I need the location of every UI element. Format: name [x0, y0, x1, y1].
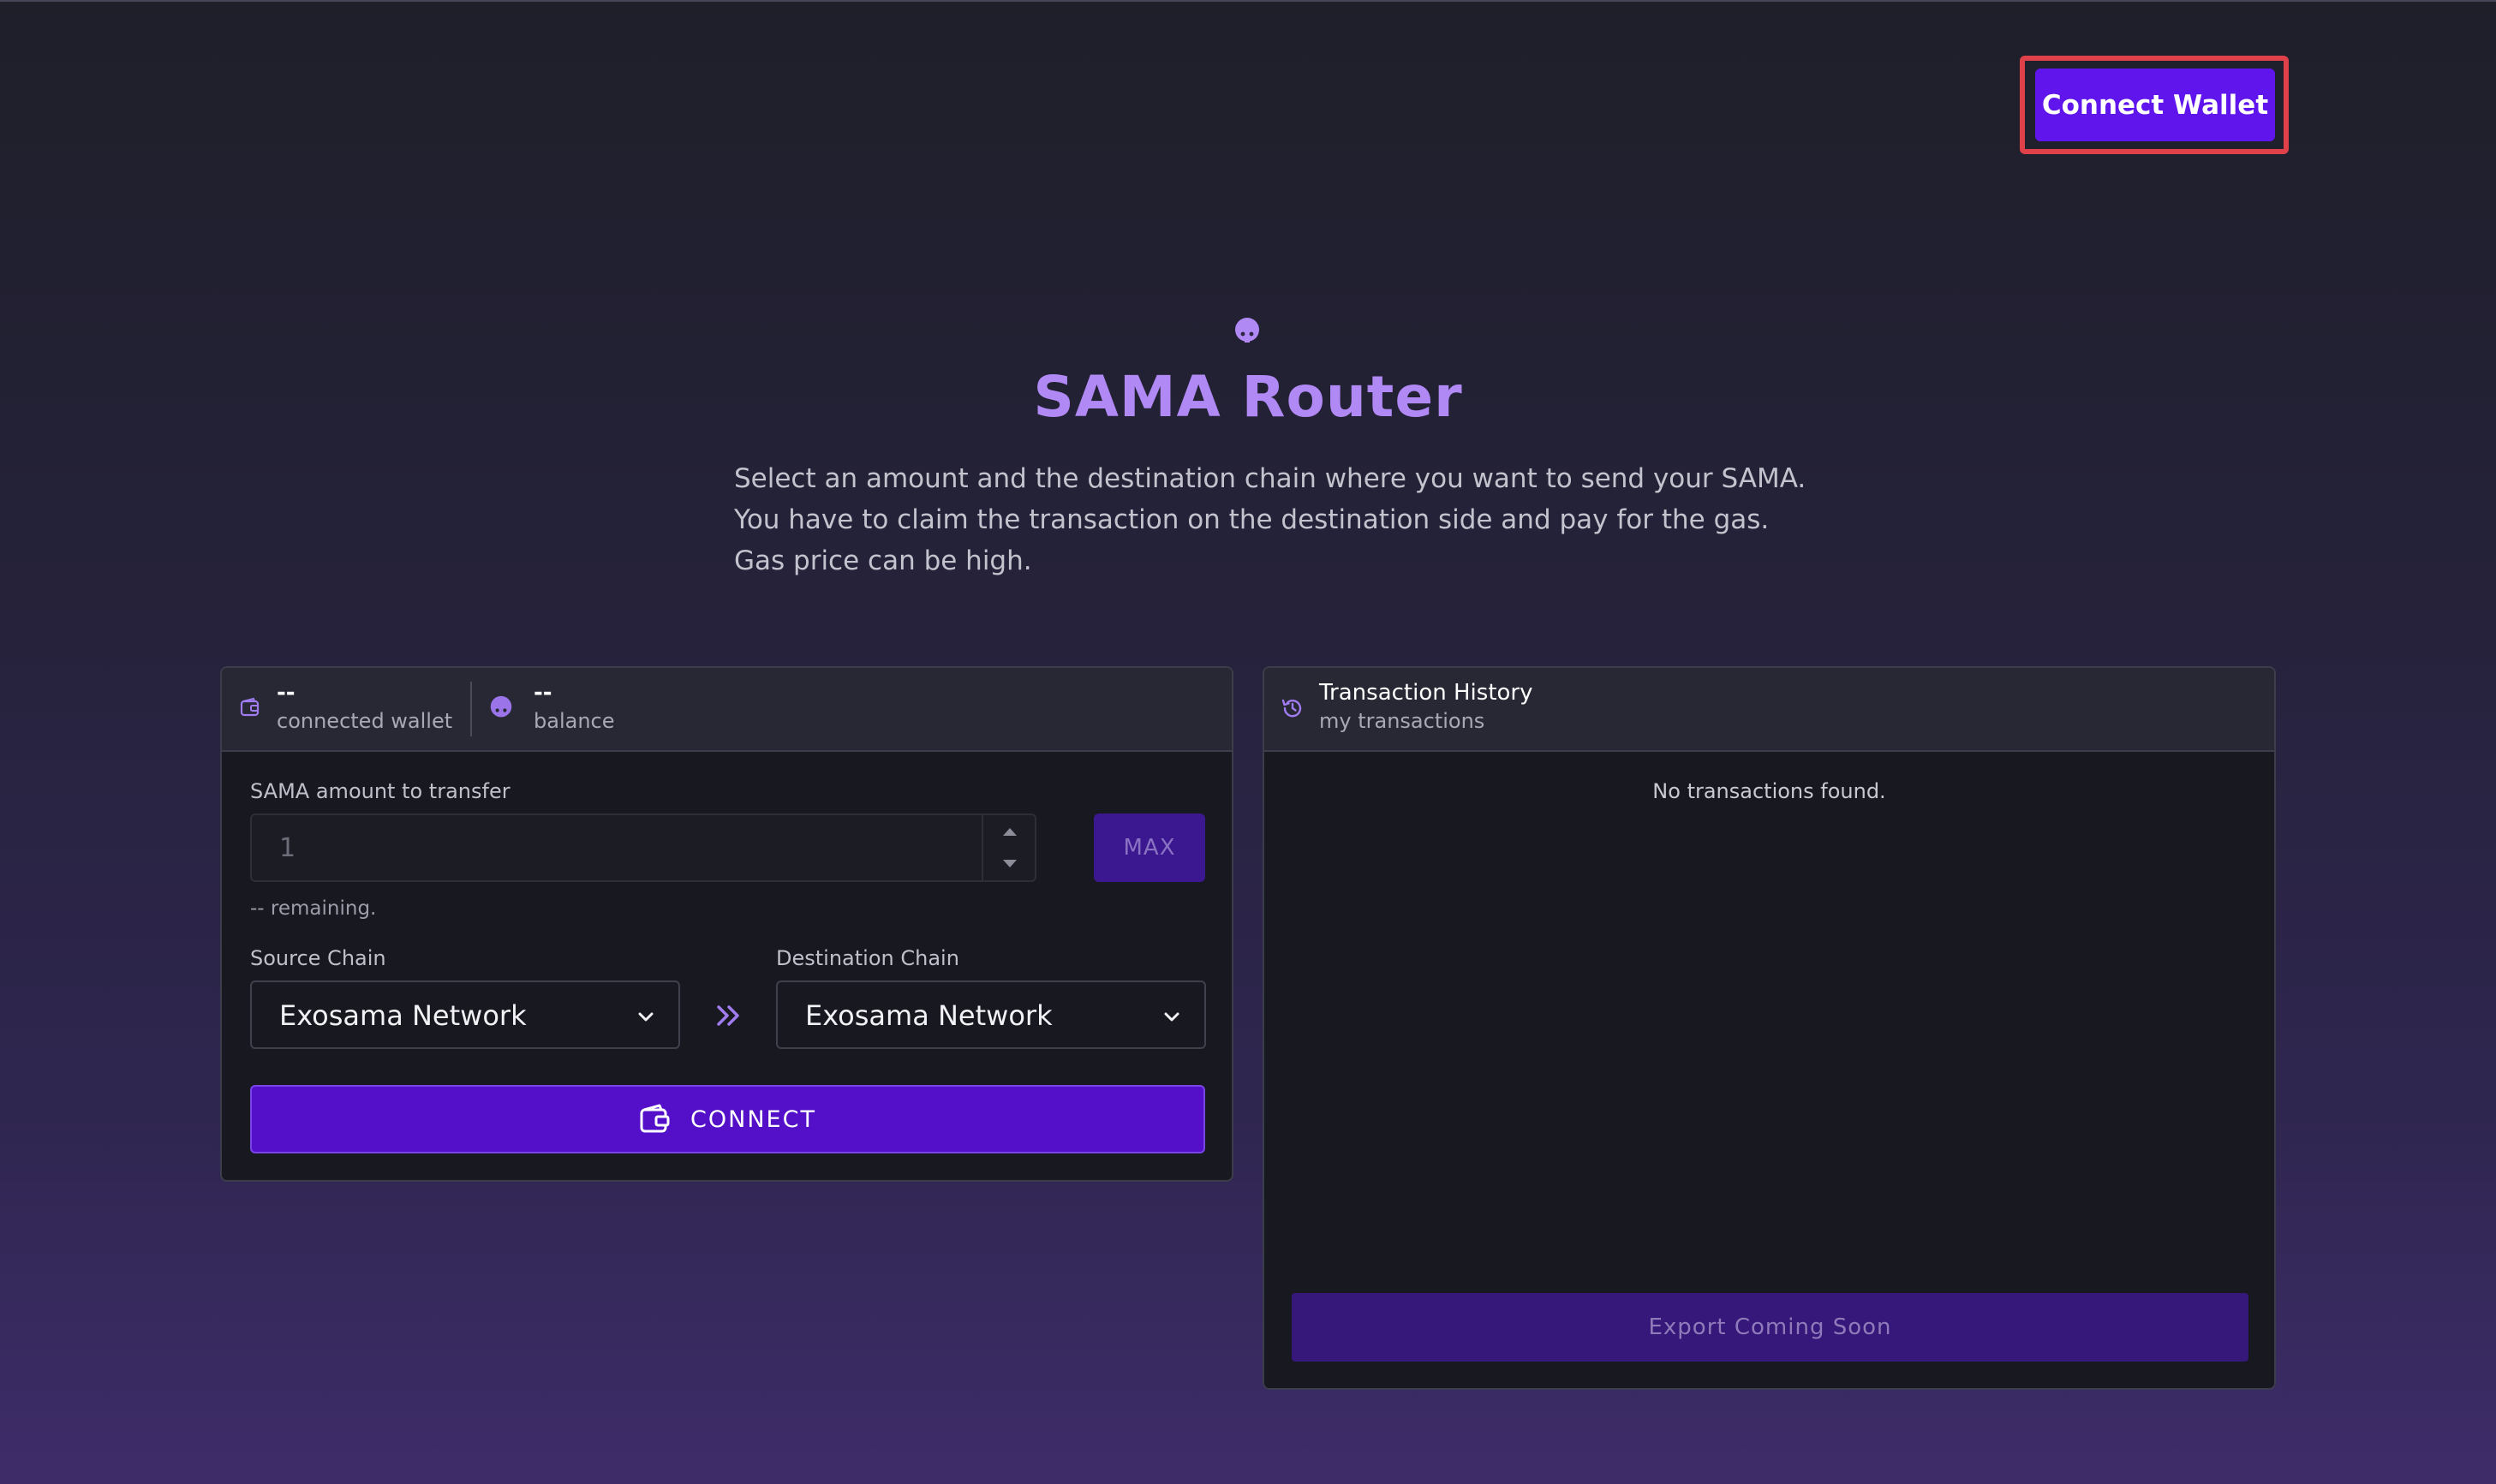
amount-input[interactable]: [252, 815, 971, 880]
amount-field: [250, 814, 1036, 882]
transaction-history-panel: Transaction History my transactions No t…: [1263, 666, 2276, 1390]
chevron-down-icon: [1164, 1012, 1179, 1022]
chevron-down-icon: [638, 1012, 654, 1022]
wallet-address-label: connected wallet: [277, 709, 453, 733]
increment-button[interactable]: [983, 815, 1036, 848]
export-button[interactable]: Export Coming Soon: [1292, 1293, 2248, 1362]
caret-down-icon: [1003, 860, 1017, 867]
transfer-panel-header: -- connected wallet -- balance: [222, 668, 1232, 752]
header-divider: [470, 682, 472, 736]
balance-label: balance: [534, 709, 615, 733]
description-line: Gas price can be high.: [734, 545, 1032, 576]
top-border: [0, 0, 2496, 2]
max-button[interactable]: MAX: [1094, 814, 1205, 882]
page-description: Select an amount and the destination cha…: [734, 458, 1848, 581]
destination-chain-select[interactable]: Exosama Network: [776, 980, 1206, 1049]
remaining-text: -- remaining.: [250, 897, 377, 920]
destination-chain-value: Exosama Network: [805, 999, 1053, 1032]
connect-button[interactable]: CONNECT: [250, 1085, 1205, 1153]
connect-button-label: CONNECT: [690, 1106, 816, 1133]
connect-wallet-button[interactable]: Connect Wallet: [2035, 69, 2275, 141]
empty-state-text: No transactions found.: [1652, 779, 1886, 803]
wallet-icon: [640, 1104, 670, 1133]
page-title: SAMA Router: [1033, 364, 1463, 430]
description-line: Select an amount and the destination cha…: [734, 463, 1806, 494]
description-line: You have to claim the transaction on the…: [734, 504, 1770, 535]
amount-stepper: [982, 815, 1036, 880]
history-panel-header: Transaction History my transactions: [1264, 668, 2274, 752]
source-chain-label: Source Chain: [250, 946, 386, 970]
caret-up-icon: [1003, 828, 1017, 836]
destination-chain-label: Destination Chain: [776, 946, 959, 970]
amount-label: SAMA amount to transfer: [250, 779, 511, 803]
sama-logo-icon: [1235, 318, 1259, 343]
transfer-panel: -- connected wallet -- balance SAMA amou…: [220, 666, 1233, 1182]
source-chain-value: Exosama Network: [279, 999, 527, 1032]
wallet-address-value: --: [277, 680, 296, 706]
wallet-icon: [240, 697, 260, 717]
history-title: Transaction History: [1319, 680, 1533, 706]
history-subtitle: my transactions: [1319, 709, 1485, 733]
balance-value: --: [534, 680, 552, 706]
decrement-button[interactable]: [983, 848, 1036, 880]
source-chain-select[interactable]: Exosama Network: [250, 980, 680, 1049]
sama-logo-icon: [490, 695, 512, 718]
double-chevron-right-icon: [717, 1005, 739, 1026]
history-icon: [1281, 699, 1302, 718]
